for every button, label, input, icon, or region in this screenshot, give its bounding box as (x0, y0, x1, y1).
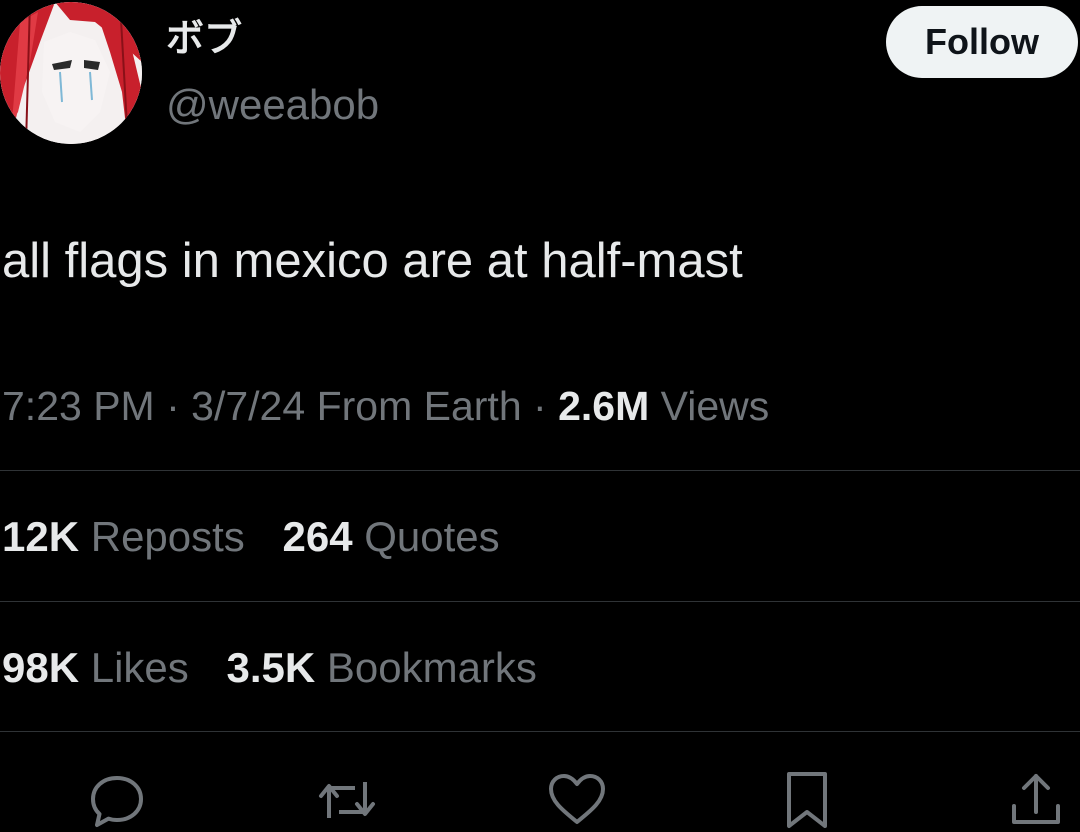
bookmarks-count: 3.5K (226, 644, 316, 691)
bookmarks-stat[interactable]: 3.5K Bookmarks (226, 641, 536, 695)
tweet-date[interactable]: 3/7/24 (191, 383, 305, 429)
divider (0, 731, 1080, 732)
divider (0, 601, 1080, 602)
reposts-label: Reposts (90, 513, 245, 560)
meta-separator: · (533, 383, 547, 429)
share-icon (1012, 774, 1060, 824)
action-bar (0, 760, 1080, 828)
stats-row-reposts: 12K Reposts 264 Quotes (2, 510, 526, 564)
likes-count: 98K (2, 644, 80, 691)
likes-stat[interactable]: 98K Likes (2, 641, 189, 695)
views-label: Views (660, 383, 770, 429)
display-name[interactable]: ボブ (166, 14, 242, 62)
meta-separator: · (166, 383, 180, 429)
tweet-meta: 7:23 PM · 3/7/24 From Earth · 2.6M Views (2, 380, 769, 432)
reply-button[interactable] (85, 768, 149, 832)
tweet-source: From Earth (316, 383, 522, 429)
bookmarks-label: Bookmarks (326, 644, 537, 691)
stats-row-likes: 98K Likes 3.5K Bookmarks (2, 641, 563, 695)
avatar[interactable] (0, 2, 142, 144)
views-count: 2.6M (558, 383, 650, 429)
share-button[interactable] (1004, 768, 1068, 832)
repost-button[interactable] (315, 768, 379, 832)
bookmark-icon (787, 772, 827, 828)
tweet-text: all flags in mexico are at half-mast (2, 234, 743, 288)
quotes-count: 264 (282, 513, 353, 560)
likes-label: Likes (90, 644, 189, 691)
avatar-illustration (0, 2, 142, 144)
bookmark-button[interactable] (775, 768, 839, 832)
user-handle[interactable]: @weeabob (166, 80, 379, 130)
tweet-time[interactable]: 7:23 PM (2, 383, 155, 429)
reposts-stat[interactable]: 12K Reposts (2, 510, 245, 564)
reply-icon (91, 776, 143, 827)
quotes-label: Quotes (364, 513, 500, 560)
divider (0, 470, 1080, 471)
heart-icon (549, 774, 605, 824)
repost-icon (319, 782, 375, 818)
like-button[interactable] (545, 768, 609, 832)
reposts-count: 12K (2, 513, 80, 560)
follow-button[interactable]: Follow (886, 6, 1078, 78)
quotes-stat[interactable]: 264 Quotes (282, 510, 499, 564)
